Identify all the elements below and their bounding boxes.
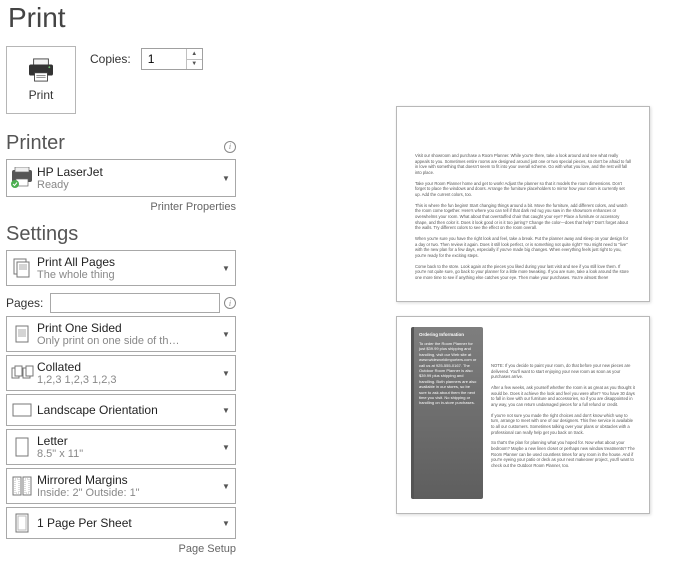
- preview-page-2: Ordering Information To order the Room P…: [396, 316, 650, 514]
- print-preview: Visit our showroom and purchase a Room P…: [396, 106, 650, 528]
- paper-size-select[interactable]: Letter 8.5" x 11" ▼: [6, 429, 236, 465]
- margins-select[interactable]: Mirrored Margins Inside: 2" Outside: 1" …: [6, 468, 236, 504]
- page-icon: [7, 436, 37, 458]
- preview-page-1: Visit our showroom and purchase a Room P…: [396, 106, 650, 302]
- pages-label: Pages:: [6, 296, 46, 310]
- chevron-down-icon: ▼: [217, 406, 235, 415]
- print-what-select[interactable]: Print All Pages The whole thing ▼: [6, 250, 236, 286]
- printer-heading: Printer: [6, 132, 65, 155]
- sides-select[interactable]: Print One Sided Only print on one side o…: [6, 316, 236, 352]
- chevron-down-icon: ▼: [217, 330, 235, 339]
- copies-stepper[interactable]: ▲ ▼: [141, 48, 203, 70]
- printer-properties-link[interactable]: Printer Properties: [6, 201, 236, 213]
- info-icon[interactable]: i: [224, 141, 236, 153]
- chevron-down-icon: ▼: [217, 264, 235, 273]
- printer-select[interactable]: HP LaserJet Ready ▼: [6, 159, 236, 197]
- collation-select[interactable]: Collated 1,2,3 1,2,3 1,2,3 ▼: [6, 355, 236, 391]
- copies-input[interactable]: [142, 49, 186, 69]
- chevron-down-icon: ▼: [217, 482, 235, 491]
- collated-icon: [7, 363, 37, 383]
- landscape-icon: [7, 401, 37, 419]
- chevron-down-icon: ▼: [217, 174, 235, 183]
- one-per-sheet-icon: [7, 512, 37, 534]
- preview-sidebar: Ordering Information To order the Room P…: [411, 327, 483, 499]
- copies-down[interactable]: ▼: [187, 60, 202, 70]
- margins-icon: [7, 475, 37, 497]
- chevron-down-icon: ▼: [217, 443, 235, 452]
- settings-heading: Settings: [6, 223, 78, 246]
- chevron-down-icon: ▼: [217, 519, 235, 528]
- pages-input[interactable]: [50, 293, 220, 313]
- printer-status-icon: [7, 167, 37, 189]
- one-sided-icon: [7, 323, 37, 345]
- chevron-down-icon: ▼: [217, 369, 235, 378]
- info-icon[interactable]: i: [224, 297, 236, 309]
- page-setup-link[interactable]: Page Setup: [6, 543, 236, 555]
- printer-status: Ready: [37, 179, 217, 191]
- pages-per-sheet-select[interactable]: 1 Page Per Sheet ▼: [6, 507, 236, 539]
- copies-label: Copies:: [90, 52, 131, 66]
- orientation-select[interactable]: Landscape Orientation ▼: [6, 394, 236, 426]
- print-button[interactable]: Print: [6, 46, 76, 114]
- printer-icon: [26, 58, 56, 82]
- printer-name: HP LaserJet: [37, 165, 217, 179]
- print-button-label: Print: [29, 88, 54, 102]
- pages-icon: [7, 257, 37, 279]
- page-title: Print: [8, 2, 236, 34]
- copies-up[interactable]: ▲: [187, 49, 202, 60]
